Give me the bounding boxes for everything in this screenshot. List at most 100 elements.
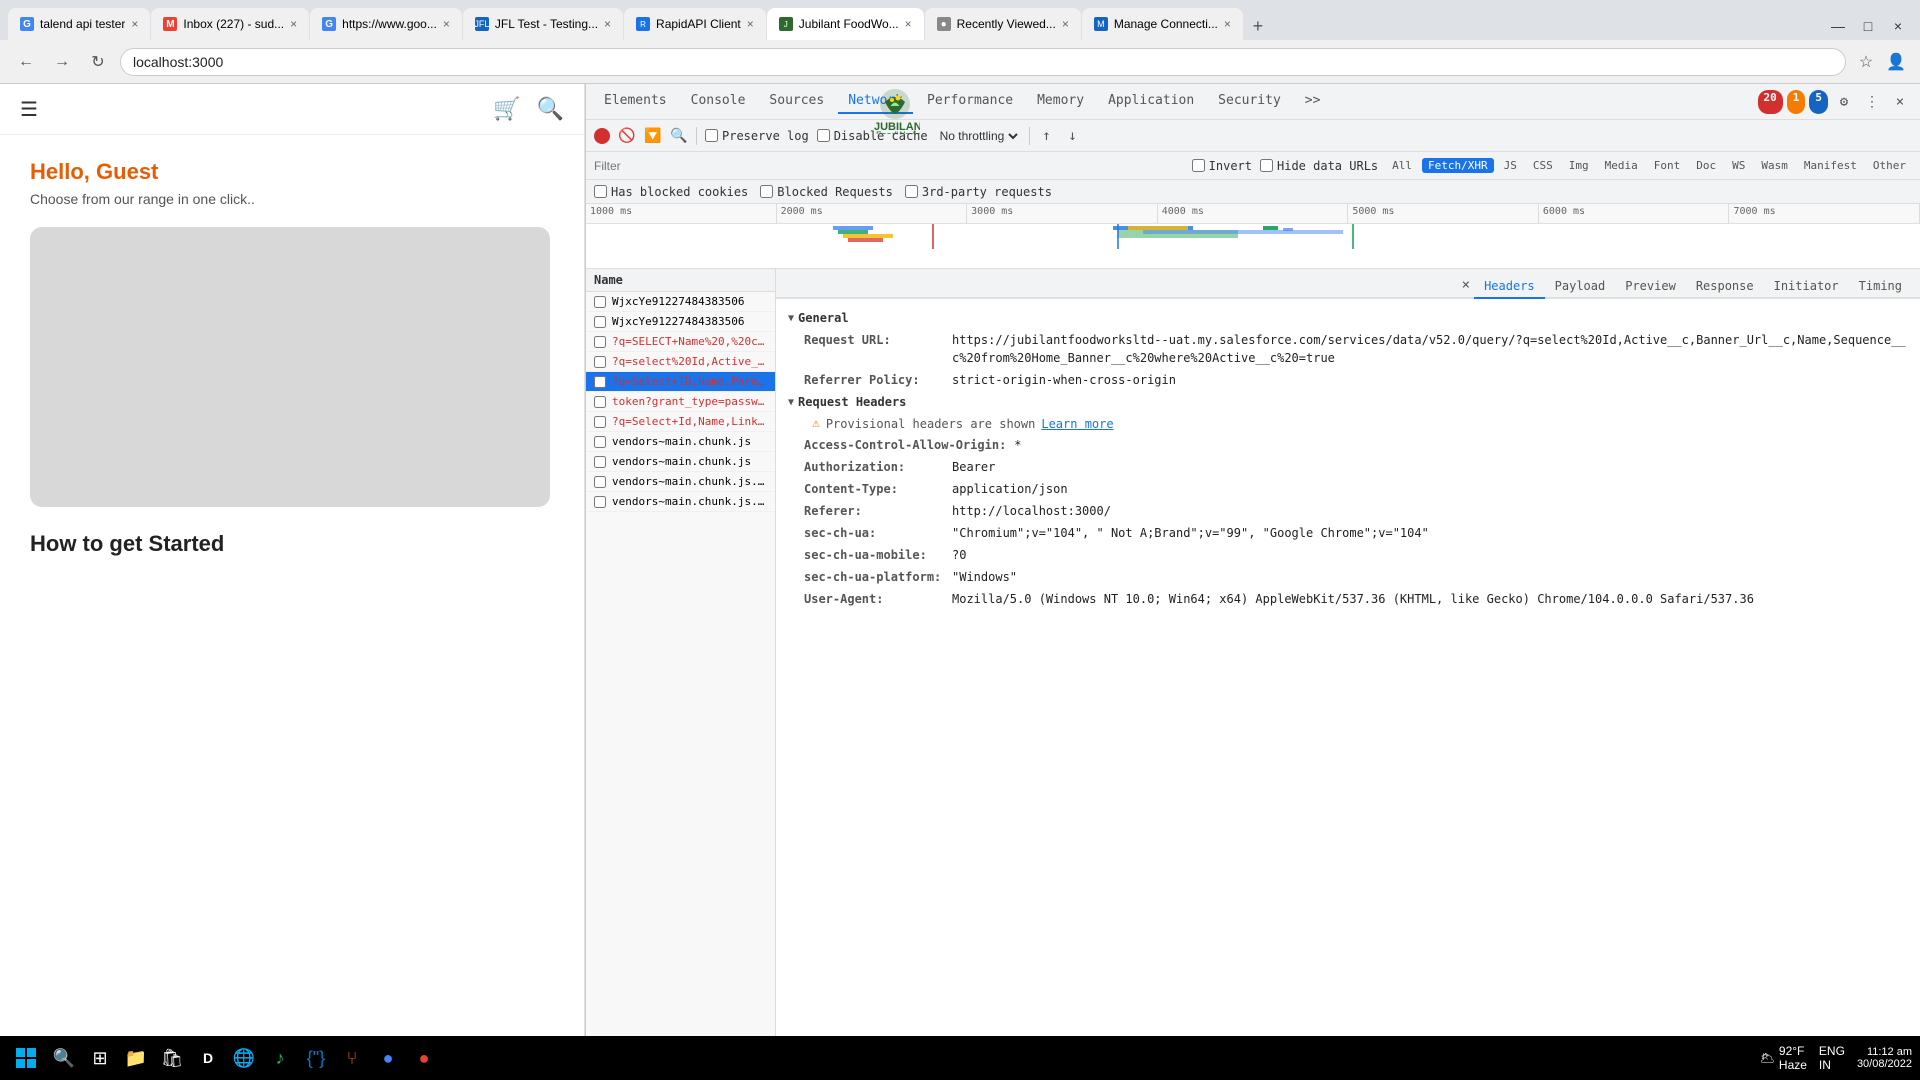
profile-icon[interactable]: 👤 bbox=[1884, 50, 1908, 74]
dell-icon[interactable]: D bbox=[192, 1042, 224, 1074]
req-checkbox-8[interactable] bbox=[594, 456, 606, 468]
git-icon[interactable]: ⑂ bbox=[336, 1042, 368, 1074]
filter-wasm[interactable]: Wasm bbox=[1755, 158, 1794, 173]
hide-data-checkbox[interactable] bbox=[1260, 159, 1273, 172]
url-input[interactable]: localhost:3000 bbox=[120, 48, 1846, 76]
settings-icon[interactable]: ⚙ bbox=[1832, 90, 1856, 114]
filter-js[interactable]: JS bbox=[1498, 158, 1523, 173]
tab-7[interactable]: ● Recently Viewed... × bbox=[925, 8, 1081, 40]
third-party-checkbox[interactable] bbox=[905, 185, 918, 198]
filter-other[interactable]: Other bbox=[1867, 158, 1912, 173]
filter-manifest[interactable]: Manifest bbox=[1798, 158, 1863, 173]
details-tab-initiator[interactable]: Initiator bbox=[1764, 275, 1849, 299]
request-item-7[interactable]: vendors~main.chunk.js bbox=[586, 432, 775, 452]
search-icon[interactable]: 🔍 bbox=[537, 96, 564, 122]
request-item-0[interactable]: WjxcYe91227484383506 bbox=[586, 292, 775, 312]
dt-tab-console[interactable]: Console bbox=[681, 89, 756, 114]
details-tab-preview[interactable]: Preview bbox=[1615, 275, 1686, 299]
blocked-requests-checkbox[interactable] bbox=[760, 185, 773, 198]
tab-close-7[interactable]: × bbox=[1062, 17, 1069, 31]
close-devtools-icon[interactable]: × bbox=[1888, 90, 1912, 114]
preserve-log-label[interactable]: Preserve log bbox=[705, 129, 809, 143]
vscode-icon[interactable]: {"} bbox=[300, 1042, 332, 1074]
cart-icon[interactable]: 🛒 bbox=[493, 96, 520, 122]
clear-icon[interactable]: 🚫 bbox=[618, 127, 636, 145]
tab-close-2[interactable]: × bbox=[290, 17, 297, 31]
preserve-log-checkbox[interactable] bbox=[705, 129, 718, 142]
start-button[interactable] bbox=[8, 1040, 44, 1076]
blocked-requests-label[interactable]: Blocked Requests bbox=[760, 185, 893, 199]
req-checkbox-3[interactable] bbox=[594, 356, 606, 368]
details-tab-response[interactable]: Response bbox=[1686, 275, 1764, 299]
hamburger-menu[interactable]: ☰ bbox=[20, 97, 38, 122]
tab-close-5[interactable]: × bbox=[747, 17, 754, 31]
tab-close-1[interactable]: × bbox=[131, 17, 138, 31]
filter-img[interactable]: Img bbox=[1563, 158, 1595, 173]
details-tab-payload[interactable]: Payload bbox=[1545, 275, 1616, 299]
tab-4[interactable]: JFL JFL Test - Testing... × bbox=[463, 8, 623, 40]
tab-3[interactable]: G https://www.goo... × bbox=[310, 8, 462, 40]
hide-data-checkbox-label[interactable]: Hide data URLs bbox=[1260, 159, 1378, 173]
new-tab-button[interactable]: + bbox=[1244, 12, 1272, 40]
request-item-10[interactable]: vendors~main.chunk.js.map bbox=[586, 492, 775, 512]
request-item-8[interactable]: vendors~main.chunk.js bbox=[586, 452, 775, 472]
maximize-button[interactable]: □ bbox=[1854, 12, 1882, 40]
microsoft-store-icon[interactable]: 🛍 bbox=[156, 1042, 188, 1074]
tab-6[interactable]: J Jubilant FoodWo... × bbox=[767, 8, 924, 40]
filter-fetch-xhr[interactable]: Fetch/XHR bbox=[1422, 158, 1494, 173]
file-explorer-icon[interactable]: 📁 bbox=[120, 1042, 152, 1074]
import-har-icon[interactable]: ↑ bbox=[1038, 127, 1056, 145]
req-checkbox-9[interactable] bbox=[594, 476, 606, 488]
tab-close-3[interactable]: × bbox=[443, 17, 450, 31]
dt-tab-performance[interactable]: Performance bbox=[917, 89, 1023, 114]
search-taskbar-icon[interactable]: 🔍 bbox=[48, 1042, 80, 1074]
more-options-icon[interactable]: ⋮ bbox=[1860, 90, 1884, 114]
filter-media[interactable]: Media bbox=[1599, 158, 1644, 173]
back-button[interactable]: ← bbox=[12, 48, 40, 76]
minimize-button[interactable]: — bbox=[1824, 12, 1852, 40]
tab-close-4[interactable]: × bbox=[604, 17, 611, 31]
tab-8[interactable]: M Manage Connecti... × bbox=[1082, 8, 1243, 40]
details-tab-headers[interactable]: Headers bbox=[1474, 275, 1545, 299]
request-item-5[interactable]: token?grant_type=password... bbox=[586, 392, 775, 412]
request-headers-section-header[interactable]: Request Headers bbox=[788, 391, 1908, 413]
filter-font[interactable]: Font bbox=[1648, 158, 1687, 173]
spotify-icon[interactable]: ♪ bbox=[264, 1042, 296, 1074]
req-checkbox-4[interactable] bbox=[594, 376, 606, 388]
req-checkbox-0[interactable] bbox=[594, 296, 606, 308]
third-party-label[interactable]: 3rd-party requests bbox=[905, 185, 1052, 199]
task-view-icon[interactable]: ⊞ bbox=[84, 1042, 116, 1074]
tab-close-6[interactable]: × bbox=[905, 17, 912, 31]
blocked-cookies-label[interactable]: Has blocked cookies bbox=[594, 185, 748, 199]
blocked-cookies-checkbox[interactable] bbox=[594, 185, 607, 198]
general-section-header[interactable]: General bbox=[788, 307, 1908, 329]
filter-all[interactable]: All bbox=[1386, 158, 1418, 173]
dt-tab-application[interactable]: Application bbox=[1098, 89, 1204, 114]
search-network-icon[interactable]: 🔍 bbox=[670, 127, 688, 145]
tab-close-8[interactable]: × bbox=[1224, 17, 1231, 31]
dt-tab-elements[interactable]: Elements bbox=[594, 89, 677, 114]
request-item-4[interactable]: ?q=Select+ID,Name,ParentCa... bbox=[586, 372, 775, 392]
dt-tab-security[interactable]: Security bbox=[1208, 89, 1291, 114]
invert-checkbox-label[interactable]: Invert bbox=[1192, 159, 1252, 173]
filter-doc[interactable]: Doc bbox=[1690, 158, 1722, 173]
bookmark-star-icon[interactable]: ☆ bbox=[1854, 50, 1878, 74]
dt-tab-sources[interactable]: Sources bbox=[759, 89, 834, 114]
reload-button[interactable]: ↻ bbox=[84, 48, 112, 76]
learn-more-link[interactable]: Learn more bbox=[1041, 417, 1113, 431]
tab-1[interactable]: G talend api tester × bbox=[8, 8, 150, 40]
forward-button[interactable]: → bbox=[48, 48, 76, 76]
filter-ws[interactable]: WS bbox=[1726, 158, 1751, 173]
request-item-9[interactable]: vendors~main.chunk.js.map bbox=[586, 472, 775, 492]
tab-2[interactable]: M Inbox (227) - sud... × bbox=[151, 8, 309, 40]
invert-checkbox[interactable] bbox=[1192, 159, 1205, 172]
edge-icon[interactable]: 🌐 bbox=[228, 1042, 260, 1074]
req-checkbox-2[interactable] bbox=[594, 336, 606, 348]
filter-input[interactable] bbox=[594, 159, 1184, 173]
filter-css[interactable]: CSS bbox=[1527, 158, 1559, 173]
req-checkbox-5[interactable] bbox=[594, 396, 606, 408]
details-tab-timing[interactable]: Timing bbox=[1849, 275, 1912, 299]
close-window-button[interactable]: × bbox=[1884, 12, 1912, 40]
disable-cache-checkbox[interactable] bbox=[817, 129, 830, 142]
throttle-select[interactable]: No throttling bbox=[936, 128, 1021, 144]
